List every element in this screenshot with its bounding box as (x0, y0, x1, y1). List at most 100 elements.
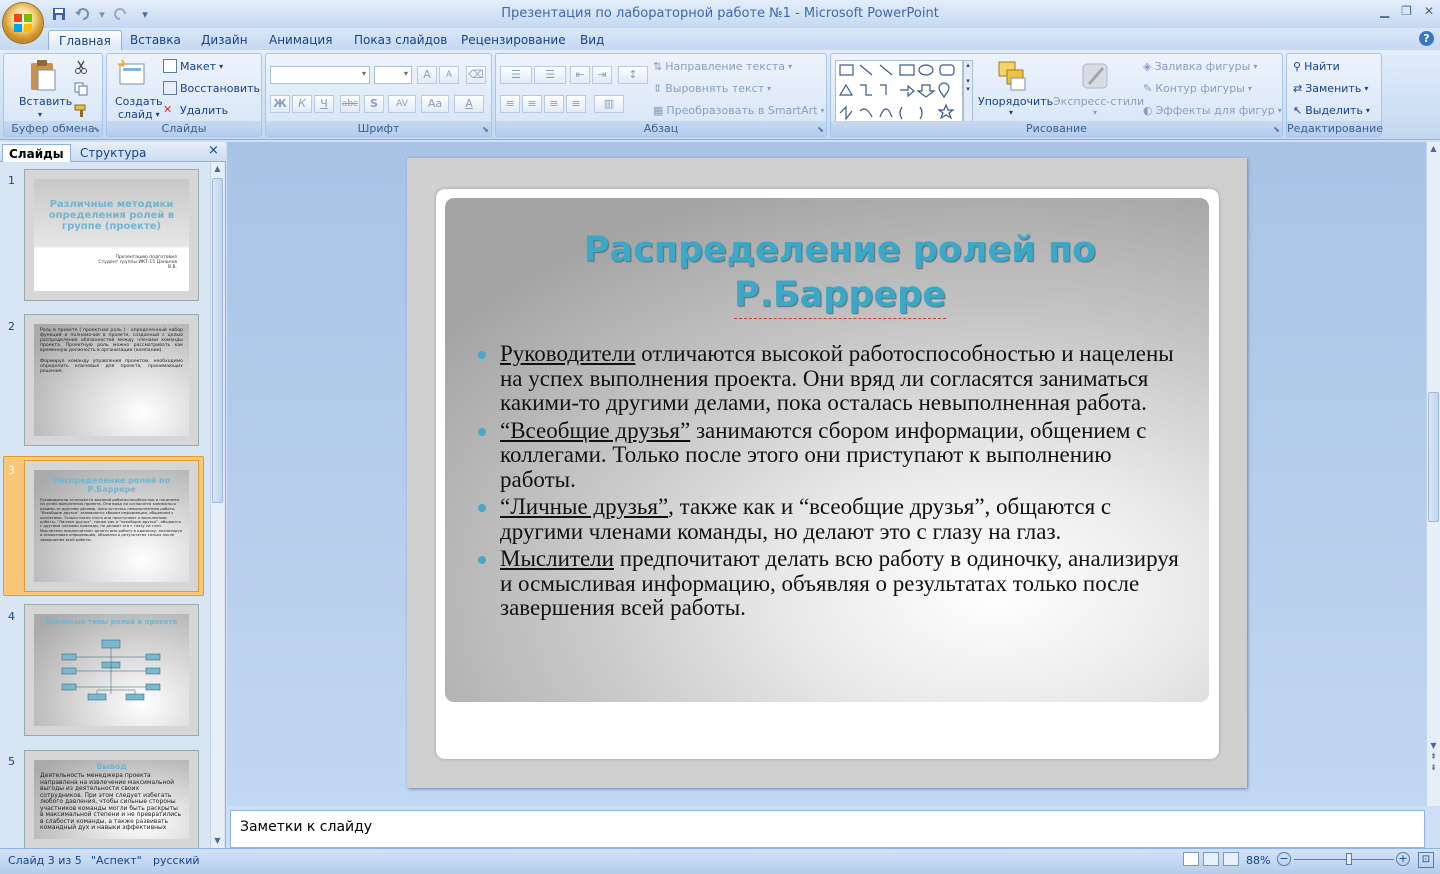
tab-design[interactable]: Дизайн (191, 30, 258, 50)
zoom-in-icon[interactable]: + (1396, 852, 1410, 866)
help-icon[interactable]: ? (1419, 31, 1434, 46)
shadow-button[interactable]: S (364, 95, 384, 113)
char-spacing-button[interactable]: AV (388, 95, 416, 113)
scroll-buttons[interactable]: ▼ ⇞ ⇟ (1428, 740, 1439, 773)
decrease-indent-icon[interactable]: ⇤ (570, 66, 590, 84)
font-family-select[interactable]: ▾ (270, 66, 370, 84)
arrange-dropdown-icon[interactable]: ▾ (1009, 108, 1013, 117)
restore-icon[interactable]: ❐ (1401, 4, 1412, 18)
align-left-icon[interactable]: ≡ (500, 95, 520, 113)
shape-effects-button[interactable]: ◐ Эффекты для фигур ▾ (1143, 104, 1282, 117)
sorter-view-icon[interactable] (1203, 852, 1219, 866)
slide-thumbnail-3[interactable]: Распределение ролей по Р.Баррере Руковод… (24, 460, 199, 592)
normal-view-icon[interactable] (1183, 852, 1199, 866)
font-color-button[interactable]: A (454, 95, 484, 113)
slides-pane-scrollbar[interactable]: ▲ ▼ (210, 162, 224, 848)
language[interactable]: русский (153, 854, 200, 867)
quick-styles-button[interactable]: Экспресс-стили (1053, 95, 1144, 108)
tab-animation[interactable]: Анимация (259, 30, 342, 50)
align-text-button[interactable]: ⇕ Выровнять текст ▾ (653, 82, 771, 95)
scroll-up-icon[interactable]: ▲ (1428, 144, 1439, 156)
layout-button[interactable]: Макет ▾ (163, 59, 223, 73)
paste-dropdown-icon[interactable]: ▾ (38, 110, 42, 119)
slide-thumbnail-1[interactable]: Различные методики определения ролей в г… (24, 169, 199, 301)
tab-slideshow[interactable]: Показ слайдов (344, 30, 457, 50)
underline-button[interactable]: Ч (314, 95, 334, 113)
font-size-select[interactable]: ▾ (374, 66, 412, 84)
shapes-gallery-scroll[interactable]: ▴ ▾ ▾ (963, 60, 973, 122)
close-pane-icon[interactable]: × (208, 143, 219, 158)
smartart-button[interactable]: ▦ Преобразовать в SmartArt ▾ (653, 104, 824, 117)
tab-home[interactable]: Главная (48, 30, 122, 50)
line-spacing-icon[interactable]: ↕ (618, 66, 648, 84)
quick-styles-icon[interactable] (1079, 60, 1111, 95)
close-icon[interactable]: ✕ (1424, 4, 1434, 18)
cut-icon[interactable] (74, 60, 88, 77)
slide-scrollbar[interactable]: ▲ ▼ ⇞ ⇟ (1426, 142, 1440, 806)
format-painter-icon[interactable] (74, 104, 88, 121)
dialog-launcher-icon[interactable]: ⬊ (482, 125, 489, 134)
quick-styles-dropdown-icon[interactable]: ▾ (1093, 108, 1097, 117)
scroll-thumb[interactable] (1428, 392, 1439, 522)
paste-icon[interactable] (28, 58, 58, 95)
copy-icon[interactable] (74, 82, 88, 99)
theme-name[interactable]: "Аспект" (91, 854, 142, 867)
increase-indent-icon[interactable]: ⇥ (592, 66, 612, 84)
scroll-up-icon[interactable]: ▲ (212, 164, 223, 176)
zoom-slider[interactable] (1294, 853, 1394, 865)
tab-outline-pane[interactable]: Структура (74, 144, 152, 162)
slide-thumbnail-2[interactable]: Роль в проекте ( проектная роль ) - опре… (24, 314, 199, 446)
slide-body-text[interactable]: Руководители отличаются высокой работосп… (476, 341, 1188, 624)
zoom-level[interactable]: 88% (1246, 854, 1270, 867)
scroll-thumb[interactable] (212, 178, 223, 503)
replace-button[interactable]: ⇄ Заменить ▾ (1293, 82, 1368, 95)
view-buttons (1183, 852, 1239, 866)
tab-view[interactable]: Вид (570, 30, 614, 50)
numbering-icon[interactable]: ☰ (534, 66, 566, 84)
shape-outline-button[interactable]: ✎ Контур фигуры ▾ (1143, 82, 1252, 95)
tab-insert[interactable]: Вставка (120, 30, 191, 50)
scroll-down-icon[interactable]: ▼ (212, 836, 223, 848)
new-slide-icon[interactable] (117, 59, 147, 92)
text-direction-button[interactable]: ⇅ Направление текста ▾ (653, 60, 792, 73)
find-button[interactable]: ⚲ Найти (1293, 60, 1340, 73)
new-slide-button-line2[interactable]: слайд ▾ (118, 108, 160, 121)
tab-review[interactable]: Рецензирование (451, 30, 576, 50)
columns-icon[interactable]: ▥ (594, 95, 624, 113)
new-slide-button[interactable]: Создать (115, 95, 163, 108)
reset-button[interactable]: Восстановить (163, 81, 260, 95)
align-right-icon[interactable]: ≡ (544, 95, 564, 113)
fit-to-window-icon[interactable]: ⊡ (1418, 852, 1434, 868)
shrink-font-button[interactable]: A (439, 66, 459, 84)
slide-title[interactable]: Распределение ролей по Р.Баррере (470, 228, 1210, 319)
strikethrough-button[interactable]: abc (340, 95, 360, 113)
justify-icon[interactable]: ≡ (566, 95, 586, 113)
tab-slides-pane[interactable]: Слайды (2, 144, 71, 162)
dialog-launcher-icon[interactable]: ⬊ (1273, 125, 1280, 134)
change-case-button[interactable]: Aa (421, 95, 449, 113)
select-button[interactable]: ↖ Выделить ▾ (1293, 104, 1370, 117)
delete-slide-button[interactable]: ✕ Удалить (163, 103, 228, 117)
office-button[interactable] (3, 3, 43, 43)
italic-button[interactable]: К (292, 95, 312, 113)
notes-field[interactable]: Заметки к слайду (230, 810, 1425, 848)
bullets-icon[interactable]: ☰ (500, 66, 532, 84)
dialog-launcher-icon[interactable]: ⬊ (93, 125, 100, 134)
clear-format-icon[interactable]: ⌫ (466, 66, 486, 84)
bold-button[interactable]: Ж (270, 95, 290, 113)
zoom-out-icon[interactable]: − (1277, 852, 1291, 866)
slide-thumbnail-4[interactable]: Основные типы ролей в проекте (24, 604, 199, 736)
paste-button[interactable]: Вставить (19, 95, 72, 108)
slide-thumbnail-5[interactable]: Вывод Деятельность менеджера проекта нап… (24, 750, 199, 848)
zoom-slider-thumb[interactable] (1346, 853, 1352, 865)
shapes-gallery[interactable] (835, 60, 963, 122)
dialog-launcher-icon[interactable]: ⬊ (817, 125, 824, 134)
align-center-icon[interactable]: ≡ (522, 95, 542, 113)
shape-fill-button[interactable]: ◈ Заливка фигуры ▾ (1143, 60, 1257, 73)
replace-icon: ⇄ (1293, 82, 1303, 95)
minimize-icon[interactable]: ▁ (1380, 4, 1389, 18)
arrange-icon[interactable] (997, 60, 1029, 95)
slideshow-view-icon[interactable] (1223, 852, 1239, 866)
grow-font-button[interactable]: A (417, 66, 437, 84)
arrange-button[interactable]: Упорядочить (978, 95, 1053, 108)
